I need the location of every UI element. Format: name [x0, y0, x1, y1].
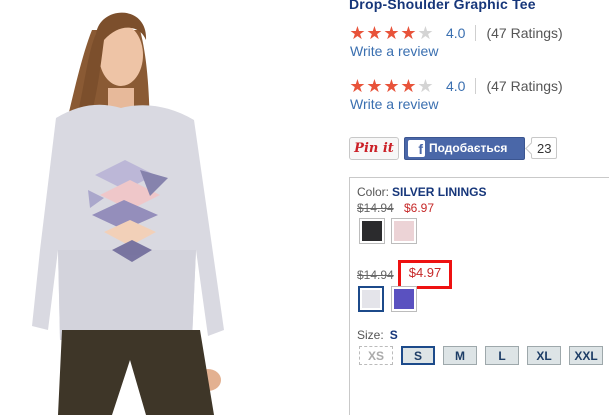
rating-score: 4.0: [446, 78, 466, 94]
star-icon: ★: [400, 76, 417, 96]
star-icon: ★: [417, 23, 434, 43]
color-swatch-silver[interactable]: [358, 286, 384, 312]
divider: [475, 25, 477, 41]
selected-color-name: SILVER LININGS: [392, 185, 487, 199]
color-label: Color: SILVER LININGS: [357, 185, 487, 199]
original-price: $14.94: [357, 268, 394, 282]
ratings-count[interactable]: (47 Ratings): [486, 25, 562, 41]
sale-price: $6.97: [404, 201, 435, 215]
size-label: Size: S: [357, 328, 398, 342]
star-icon: ★: [349, 23, 366, 43]
star-rating[interactable]: ★ ★ ★ ★ ★: [349, 24, 434, 42]
star-icon: ★: [366, 23, 383, 43]
product-image[interactable]: [0, 0, 330, 415]
sale-price: $4.97: [408, 265, 442, 280]
rating-score: 4.0: [446, 25, 466, 41]
selected-size: S: [389, 328, 398, 342]
divider: [475, 78, 477, 94]
star-icon: ★: [366, 76, 383, 96]
rating-row[interactable]: ★ ★ ★ ★ ★ 4.0 (47 Ratings): [349, 76, 562, 96]
star-icon: ★: [400, 23, 417, 43]
facebook-like-button[interactable]: f Подобається: [404, 136, 525, 160]
star-icon: ★: [383, 76, 400, 96]
color-swatch-purple[interactable]: [391, 286, 417, 312]
size-selector: XS S M L XL XXL: [359, 346, 609, 365]
size-option-s[interactable]: S: [401, 346, 435, 365]
highlighted-sale-price: $4.97: [398, 260, 452, 289]
star-icon: ★: [417, 76, 434, 96]
social-share-bar: Pin it f Подобається 23: [349, 136, 558, 160]
pinterest-button[interactable]: Pin it: [349, 136, 399, 160]
model-photo: [32, 12, 224, 415]
size-option-xs[interactable]: XS: [359, 346, 393, 365]
write-review-link[interactable]: Write a review: [350, 96, 438, 112]
size-option-xl[interactable]: XL: [527, 346, 561, 365]
product-title: Drop-Shoulder Graphic Tee: [349, 0, 536, 12]
facebook-like-count: 23: [531, 137, 558, 159]
star-icon: ★: [383, 23, 400, 43]
original-price: $14.94: [357, 201, 394, 215]
star-icon: ★: [349, 76, 366, 96]
size-option-m[interactable]: M: [443, 346, 477, 365]
product-options-panel: Color: SILVER LININGS $14.94 $6.97 $14.94…: [349, 177, 609, 415]
write-review-link[interactable]: Write a review: [350, 43, 438, 59]
facebook-icon: f: [408, 139, 425, 157]
facebook-like-label: Подобається: [429, 141, 508, 155]
size-option-xxl[interactable]: XXL: [569, 346, 603, 365]
ratings-count[interactable]: (47 Ratings): [486, 78, 562, 94]
color-swatch-black[interactable]: [359, 218, 385, 244]
pin-it-label: Pin it: [354, 140, 394, 156]
rating-row[interactable]: ★ ★ ★ ★ ★ 4.0 (47 Ratings): [349, 23, 562, 43]
size-option-l[interactable]: L: [485, 346, 519, 365]
star-rating[interactable]: ★ ★ ★ ★ ★: [349, 77, 434, 95]
color-swatch-pink[interactable]: [391, 218, 417, 244]
